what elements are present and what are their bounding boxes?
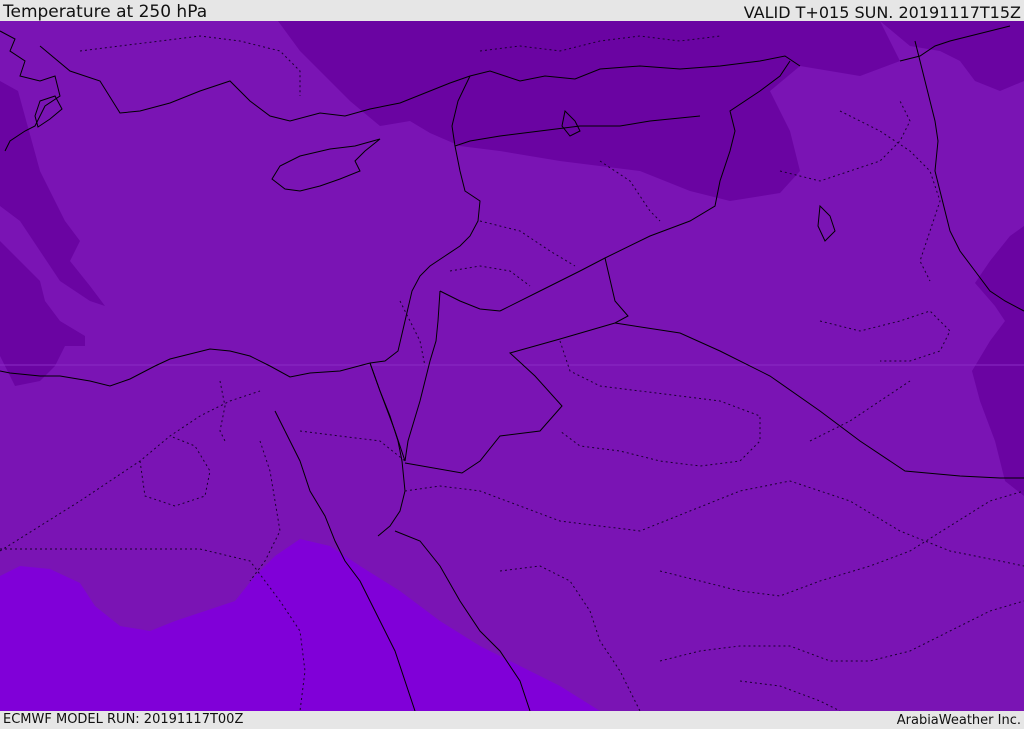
credit-label: ArabiaWeather Inc. bbox=[896, 713, 1021, 728]
valid-time-label: VALID T+015 SUN. 20191117T15Z bbox=[743, 3, 1021, 22]
map-canvas bbox=[0, 21, 1024, 711]
temperature-map[interactable] bbox=[0, 21, 1024, 711]
map-title: Temperature at 250 hPa bbox=[3, 2, 208, 22]
header-bar: Temperature at 250 hPa VALID T+015 SUN. … bbox=[0, 0, 1024, 21]
model-run-label: ECMWF MODEL RUN: 20191117T00Z bbox=[3, 712, 244, 727]
footer-bar: ECMWF MODEL RUN: 20191117T00Z ArabiaWeat… bbox=[0, 711, 1024, 729]
